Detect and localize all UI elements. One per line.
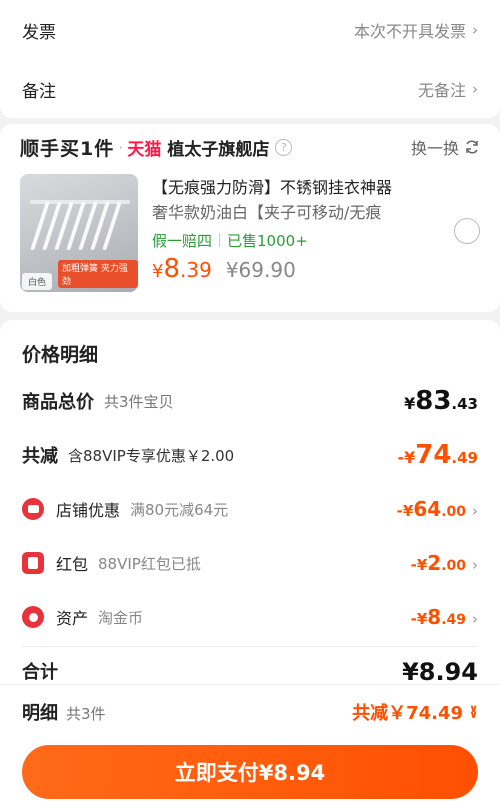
shop-discount-value: -¥ 64 .00 › [397,497,478,521]
image-color-tag: 白色 [22,273,53,290]
red-packet-sub: 88VIP红包已抵 [98,554,201,573]
shop-discount-label: 店铺优惠 [56,501,121,520]
assets-symbol: -¥ [410,610,428,628]
goods-total-value: ¥ 83 .43 [404,386,478,416]
sold-count: 已售1000+ [227,231,308,250]
shop-discount-symbol: -¥ [396,502,414,520]
invoice-value-text: 本次不开具发票 [353,22,466,41]
swap-label: 换一换 [410,139,459,158]
red-packet-decimal: .00 [441,558,466,574]
shop-discount-integer: 64 [413,497,442,521]
product-badges: 假一赔四 已售1000+ [152,226,446,254]
price-detail-title: 价格明细 [22,344,99,366]
shop-discount-sub: 满80元减64元 [130,500,229,519]
red-packet-value: -¥ 2 .00 › [411,551,478,575]
invoice-value[interactable]: 本次不开具发票 › [354,18,478,42]
red-packet-label: 红包 [56,555,89,574]
remark-value-text: 无备注 [417,81,466,100]
discount-value: -¥ 74 .49 [397,440,478,470]
chevron-right-icon: › [472,610,478,628]
total-label: 合计 [22,662,58,683]
assets-label: 资产 [56,609,89,628]
price-currency: ¥ [152,261,164,282]
image-feature-tag: 加粗弹簧 夹力强劲 [58,260,138,288]
shop-discount-row[interactable]: 店铺优惠 满80元减64元 -¥ 64 .00 › [0,482,500,536]
discount-label: 共减 [22,446,58,467]
price-decimal: .39 [180,258,212,282]
tag-icon [22,606,44,628]
add-on-product-card: 顺手买1件 · 天猫 植太子旗舰店 ? 换一换 白色 加粗弹簧 夹力强劲 【无痕… [0,124,500,312]
goods-total-symbol: ¥ [404,394,416,413]
chevron-right-icon: › [472,502,478,520]
guarantee-badge: 假一赔四 [152,231,213,250]
order-options-card: 发票 本次不开具发票 › 备注 无备注 › [0,0,500,118]
refresh-icon [466,140,478,154]
tmall-logo: 天猫 [127,139,162,160]
question-icon[interactable]: ? [275,138,293,156]
remark-label: 备注 [22,81,56,102]
double-chevron-down-icon: ∨ ∨ [469,702,478,721]
chevron-right-icon: › [472,80,478,98]
divider [22,646,478,647]
shop-discount-decimal: .00 [441,504,466,520]
shop-name[interactable]: 植太子旗舰店 [167,135,269,160]
assets-value: -¥ 8 .49 › [411,605,478,629]
original-price: ¥69.90 [225,258,296,282]
remark-value[interactable]: 无备注 › [418,77,478,101]
shop-header: 顺手买1件 · 天猫 植太子旗舰店 ? 换一换 [0,124,500,170]
remark-row[interactable]: 备注 无备注 › [0,60,500,118]
product-title: 【无痕强力防滑】不锈钢挂衣神器 [152,178,393,197]
summary-row[interactable]: 明细 共3件 共减￥74.49 ∨ ∨ [0,685,500,739]
saved-summary[interactable]: 共减￥74.49 ∨ ∨ [352,699,478,725]
goods-total-integer: 83 [415,386,452,416]
saved-text: 共减￥74.49 [352,703,464,724]
chevron-right-icon: › [472,556,478,574]
swap-button[interactable]: 换一换 [411,135,480,159]
goods-total-row: 商品总价 共3件宝贝 ¥ 83 .43 [0,374,500,428]
price-integer: 8 [163,254,180,284]
assets-sub: 淘金币 [98,608,144,627]
product-info: 【无痕强力防滑】不锈钢挂衣神器 奢华款奶油白【夹子可移动/无痕 假一赔四 已售1… [138,174,446,292]
badge-separator [219,233,221,247]
separator-dot: · [118,137,124,157]
discount-symbol: -¥ [397,448,416,467]
product-body[interactable]: 白色 加粗弹簧 夹力强劲 【无痕强力防滑】不锈钢挂衣神器 奢华款奶油白【夹子可移… [0,170,500,292]
invoice-label: 发票 [22,22,56,43]
assets-integer: 8 [427,605,442,629]
product-spec: 奢华款奶油白【夹子可移动/无痕 [152,203,382,222]
pay-now-button[interactable]: 立即支付¥8.94 [22,745,478,799]
shop-icon [22,498,44,520]
red-packet-icon [22,552,44,574]
detail-label: 明细 [22,703,58,724]
red-packet-symbol: -¥ [410,556,428,574]
red-packet-row[interactable]: 红包 88VIP红包已抵 -¥ 2 .00 › [0,536,500,590]
total-value: ¥8.94 [402,658,478,686]
discount-decimal: .49 [451,449,478,467]
discount-row: 共减 含88VIP专享优惠￥2.00 -¥ 74 .49 [0,428,500,482]
goods-total-label: 商品总价 [22,392,94,413]
product-price: ¥ 8 .39 ¥69.90 [152,254,446,290]
chevron-right-icon: › [472,21,478,39]
price-detail-card: 价格明细 商品总价 共3件宝贝 ¥ 83 .43 共减 含88VIP专享优惠￥2… [0,320,500,700]
invoice-row[interactable]: 发票 本次不开具发票 › [0,0,500,60]
red-packet-integer: 2 [427,551,442,575]
promo-logo: 顺手买1件 [20,137,115,160]
discount-sub: 含88VIP专享优惠￥2.00 [68,446,235,465]
assets-decimal: .49 [441,612,466,628]
product-image[interactable]: 白色 加粗弹簧 夹力强劲 [20,174,138,292]
discount-integer: 74 [415,440,452,470]
assets-row[interactable]: 资产 淘金币 -¥ 8 .49 › [0,590,500,644]
goods-total-sub: 共3件宝贝 [104,392,174,411]
detail-count: 共3件 [66,705,106,723]
goods-total-decimal: .43 [451,395,478,413]
total-row: 合计 ¥8.94 [0,658,500,686]
checkout-bar: 明细 共3件 共减￥74.49 ∨ ∨ 立即支付¥8.94 [0,684,500,804]
detail-toggle[interactable]: 明细 共3件 [22,699,106,725]
select-radio[interactable] [454,218,480,244]
